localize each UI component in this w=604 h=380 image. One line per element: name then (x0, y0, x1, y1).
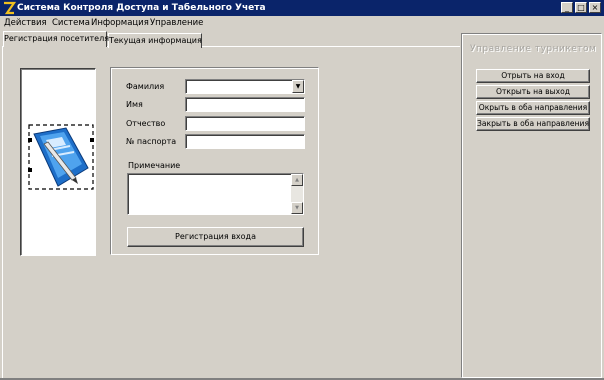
passport-label: № паспорта (126, 137, 177, 146)
open-entry-button[interactable]: Отрыть на вход (476, 69, 590, 83)
notes-label: Примечание (128, 161, 181, 170)
window-title: Система Контроля Доступа и Табельного Уч… (17, 3, 266, 13)
patronymic-label: Отчество (126, 119, 166, 128)
turnstile-panel-title: Управление турникетом (470, 44, 597, 54)
scroll-up-icon[interactable]: ▲ (291, 174, 303, 186)
app-logo-icon (2, 1, 16, 15)
notes-value (128, 174, 303, 178)
chevron-down-icon[interactable]: ▼ (292, 80, 304, 93)
surname-select[interactable]: ▼ (185, 79, 305, 94)
minimize-button[interactable]: _ (561, 2, 573, 13)
menu-management[interactable]: Управление (150, 17, 203, 29)
document-pen-icon (28, 124, 94, 190)
maximize-button[interactable]: □ (575, 2, 587, 13)
menu-system[interactable]: Система (52, 17, 90, 29)
name-label: Имя (126, 100, 143, 109)
menu-bar: Действия Система Информация Управление (0, 16, 604, 30)
register-entry-button[interactable]: Регистрация входа (127, 227, 304, 247)
open-exit-button[interactable]: Открыть на выход (476, 85, 590, 99)
close-both-directions-button[interactable]: Закрыть в оба направления (476, 117, 590, 131)
notes-scrollbar[interactable]: ▲ ▼ (291, 174, 303, 214)
tab-current-information[interactable]: Текущая информация (108, 33, 202, 48)
menu-information[interactable]: Информация (91, 17, 149, 29)
patronymic-input[interactable] (185, 116, 305, 131)
name-input[interactable] (185, 97, 305, 112)
notes-textarea[interactable]: ▲ ▼ (127, 173, 304, 215)
open-both-directions-button[interactable]: Окрыть в оба направления (476, 101, 590, 115)
menu-actions[interactable]: Действия (4, 17, 47, 29)
tab-visitor-registration[interactable]: Регистрация посетителя (3, 31, 109, 47)
passport-input[interactable] (185, 134, 305, 149)
close-button[interactable]: × (589, 2, 601, 13)
scroll-down-icon[interactable]: ▼ (291, 202, 303, 214)
surname-label: Фамилия (126, 82, 165, 91)
